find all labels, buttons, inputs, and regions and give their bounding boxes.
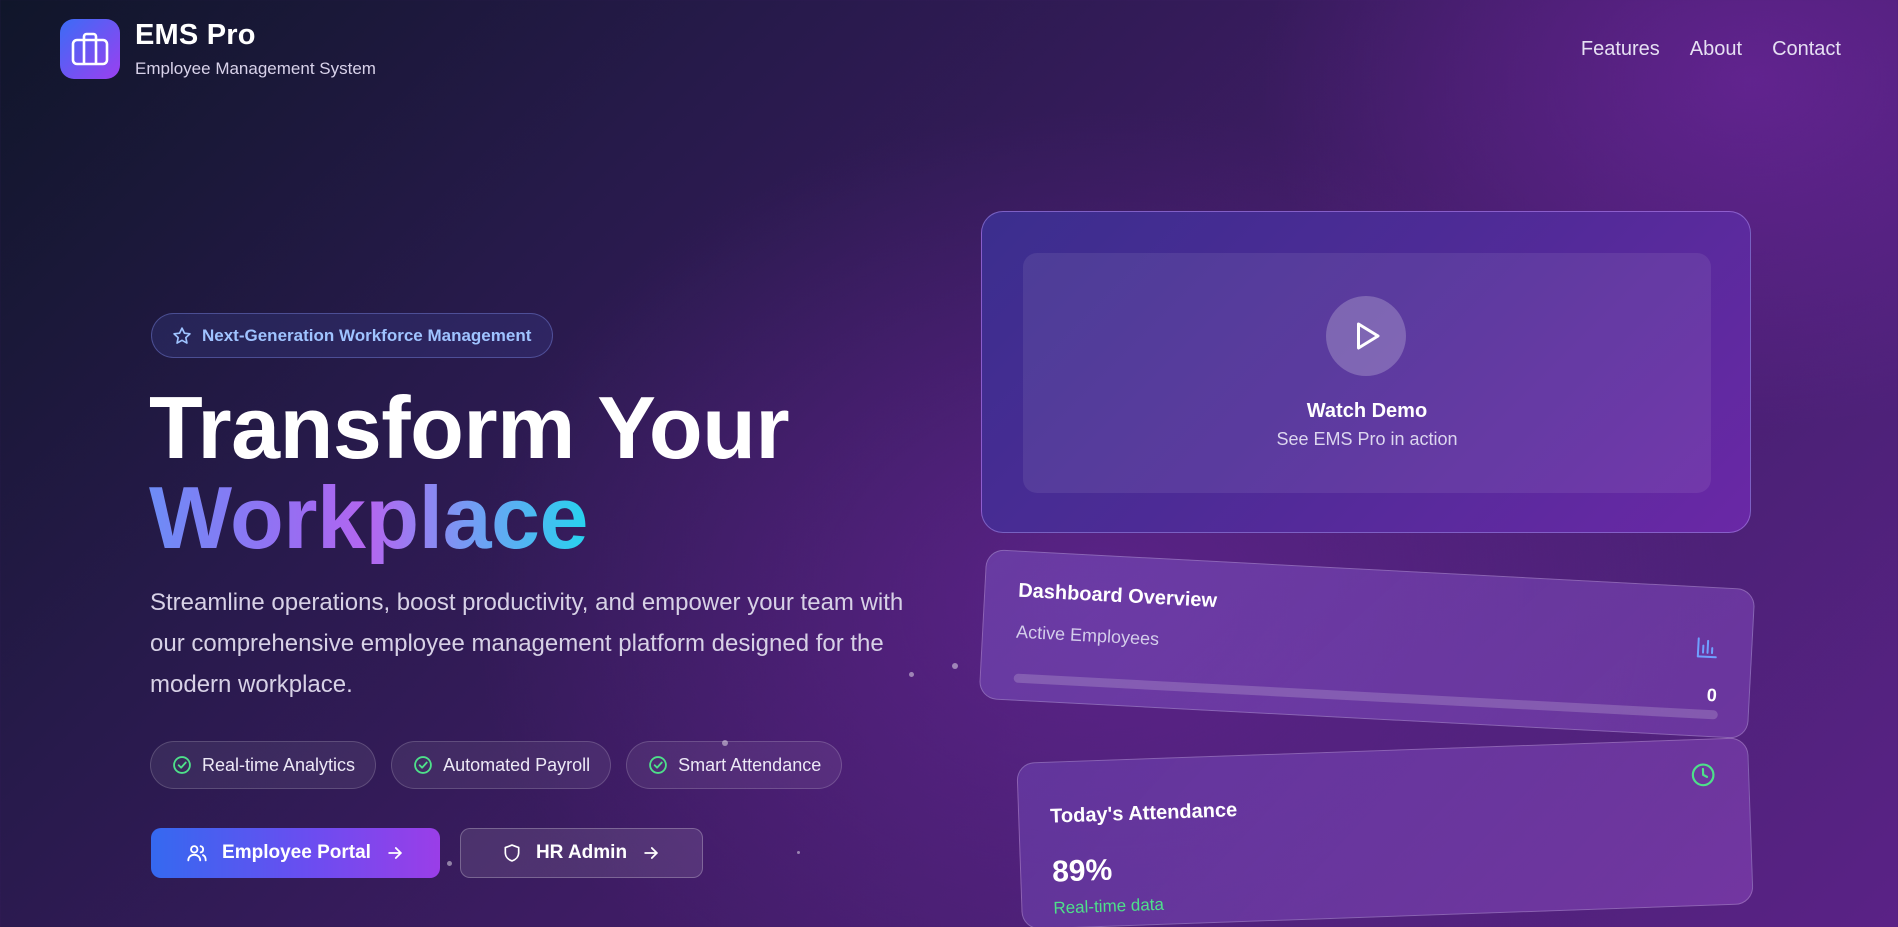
- star-icon: [173, 326, 191, 344]
- feature-pills: Real-time Analytics Automated Payroll Sm…: [150, 741, 843, 789]
- briefcase-icon: [71, 32, 109, 66]
- users-icon: [187, 845, 207, 862]
- active-employees-progress: [1013, 673, 1719, 720]
- bar-chart-icon: [1696, 637, 1717, 659]
- logo[interactable]: [60, 19, 120, 79]
- nav-link-contact[interactable]: Contact: [1772, 38, 1841, 61]
- attendance-subtitle: Real-time data: [1053, 894, 1165, 918]
- demo-video-card: Watch Demo See EMS Pro in action: [981, 211, 1751, 533]
- brand-subtitle: Employee Management System: [135, 59, 376, 78]
- hero-badge-label: Next-Generation Workforce Management: [202, 325, 532, 345]
- main-nav: Features About Contact: [1581, 38, 1841, 61]
- decorative-dot: [447, 861, 452, 866]
- active-employees-label: Active Employees: [1015, 621, 1160, 650]
- decorative-dot: [952, 663, 958, 669]
- feature-pill-label: Real-time Analytics: [202, 754, 356, 775]
- check-circle-icon: [414, 756, 432, 774]
- attendance-value: 89%: [1051, 853, 1113, 889]
- hr-admin-label: HR Admin: [535, 842, 628, 863]
- watch-demo-subtitle: See EMS Pro in action: [1276, 429, 1458, 449]
- hero-title: Transform Your: [149, 378, 790, 477]
- employee-portal-label: Employee Portal: [222, 842, 371, 863]
- dashboard-overview-card: Dashboard Overview Active Employees 0: [978, 548, 1756, 740]
- arrow-right-icon: [388, 847, 402, 859]
- clock-icon: [1691, 763, 1715, 787]
- hero-description: Streamline operations, boost productivit…: [150, 589, 904, 698]
- hr-admin-button[interactable]: HR Admin: [460, 828, 703, 878]
- dashboard-card-title: Dashboard Overview: [1017, 579, 1218, 613]
- employee-portal-button[interactable]: Employee Portal: [151, 828, 440, 878]
- feature-pill-label: Smart Attendance: [678, 754, 822, 775]
- brand-title: EMS Pro: [135, 19, 256, 51]
- arrow-right-icon: [644, 847, 658, 859]
- play-icon: [1357, 322, 1380, 350]
- check-circle-icon: [649, 756, 667, 774]
- play-button[interactable]: [1326, 296, 1406, 376]
- shield-icon: [504, 844, 520, 862]
- check-circle-icon: [173, 756, 191, 774]
- feature-pill-label: Automated Payroll: [443, 754, 591, 775]
- hero-badge: Next-Generation Workforce Management: [151, 313, 553, 358]
- todays-attendance-card: Today's Attendance 89% Real-time data: [1016, 737, 1754, 927]
- attendance-card-title: Today's Attendance: [1049, 799, 1238, 828]
- hero-title-highlight: Workplace: [149, 468, 588, 567]
- feature-pill-payroll: Automated Payroll: [391, 741, 612, 789]
- watch-demo-title: Watch Demo: [1306, 400, 1428, 422]
- nav-link-features[interactable]: Features: [1581, 38, 1660, 61]
- active-employees-value: 0: [1706, 684, 1718, 706]
- decorative-dot: [797, 851, 800, 854]
- feature-pill-analytics: Real-time Analytics: [150, 741, 377, 789]
- nav-link-about[interactable]: About: [1690, 38, 1742, 61]
- feature-pill-attendance: Smart Attendance: [626, 741, 843, 789]
- video-player[interactable]: Watch Demo See EMS Pro in action: [1023, 253, 1711, 493]
